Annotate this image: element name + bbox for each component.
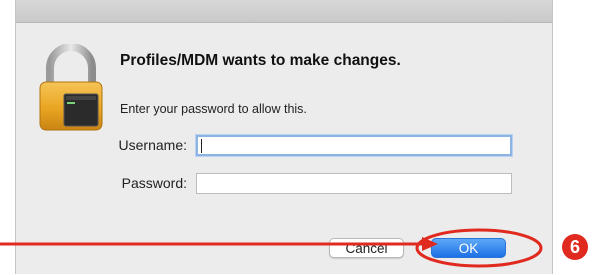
- tutorial-annotation: [0, 228, 543, 268]
- annotation-highlight-ring: [415, 228, 543, 268]
- step-badge: 6: [562, 234, 588, 260]
